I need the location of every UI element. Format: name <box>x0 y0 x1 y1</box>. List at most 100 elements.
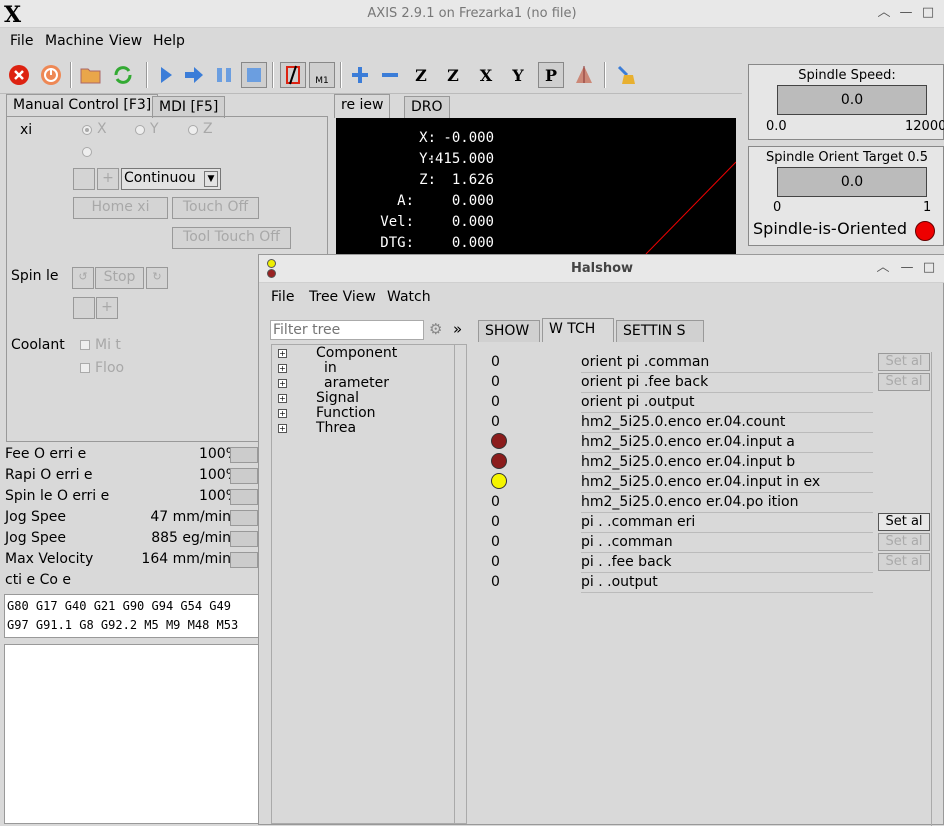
spindle-minus-button[interactable] <box>73 297 95 319</box>
jog-mode-select[interactable]: Continuou ▼ <box>121 168 221 190</box>
spindle-oriented-led <box>915 221 935 241</box>
dro-display: X: -0.000 Y: -415.000 Z: 1.626 A: 0.000 … <box>336 118 736 254</box>
override-value: 47 mm/min <box>150 509 231 525</box>
rapid-override-slider[interactable] <box>230 468 258 484</box>
jog-plus-button[interactable]: + <box>97 168 119 190</box>
set-value-button[interactable]: Set al <box>878 553 930 571</box>
axis-z-label: Z <box>203 121 213 137</box>
chevron-up-icon[interactable]: ︿ <box>876 5 892 21</box>
block-delete-icon[interactable] <box>280 62 306 88</box>
feed-override-slider[interactable] <box>230 447 258 463</box>
zoom-out-icon[interactable] <box>377 62 403 88</box>
set-value-button[interactable]: Set al <box>878 373 930 391</box>
halshow-menu-watch[interactable]: Watch <box>387 289 431 305</box>
stop-icon[interactable] <box>241 62 267 88</box>
tree-item-pin[interactable]: in <box>324 360 337 376</box>
watch-value: 0 <box>491 374 500 390</box>
watch-scrollbar[interactable] <box>931 352 944 826</box>
halshow-menu-tree-view[interactable]: Tree View <box>309 289 376 305</box>
override-label: Max Velocity <box>5 551 94 567</box>
view-x-icon[interactable]: X <box>473 62 499 88</box>
rotate-icon[interactable] <box>571 62 597 88</box>
axis-x-radio[interactable] <box>82 125 92 135</box>
halshow-menu-file[interactable]: File <box>271 289 294 305</box>
power-icon[interactable] <box>38 62 64 88</box>
maximize-icon[interactable]: □ <box>921 260 937 276</box>
pause-icon[interactable] <box>211 62 237 88</box>
maximize-icon[interactable]: □ <box>920 5 936 21</box>
spindle-orient-panel: Spindle Orient Target 0.5 0.0 0 1 Spindl… <box>748 146 944 246</box>
tab-dro[interactable]: DRO <box>404 96 450 118</box>
tab-watch[interactable]: W TCH <box>542 318 614 342</box>
tree-scrollbar[interactable] <box>454 345 467 823</box>
max-velocity-slider[interactable] <box>230 552 258 568</box>
reload-icon[interactable] <box>110 62 136 88</box>
view-y-icon[interactable]: Y <box>505 62 531 88</box>
tab-manual-control[interactable]: Manual Control [F3] <box>6 94 159 118</box>
tree-item-thread[interactable]: Threa <box>316 420 356 436</box>
watch-led-indicator <box>491 433 507 449</box>
spindle-ccw-icon[interactable]: ↺ <box>72 267 94 289</box>
axis-label: xi <box>20 122 33 138</box>
view-z2-icon[interactable]: Z <box>440 62 466 88</box>
tree-item-parameter[interactable]: arameter <box>324 375 389 391</box>
home-axis-button[interactable]: Home xi <box>73 197 168 219</box>
dro-axis-label: Vel: <box>380 214 414 230</box>
watch-name: orient pi .fee back <box>581 374 873 393</box>
axis-a-radio[interactable] <box>82 147 92 157</box>
touch-off-button[interactable]: Touch Off <box>172 197 259 219</box>
set-value-button[interactable]: Set al <box>878 513 930 531</box>
spindle-cw-icon[interactable]: ↻ <box>146 267 168 289</box>
axis-z-radio[interactable] <box>188 125 198 135</box>
jog-speed-slider[interactable] <box>230 510 258 526</box>
menu-file[interactable]: File <box>10 33 33 49</box>
axis-y-radio[interactable] <box>135 125 145 135</box>
gcode-text[interactable] <box>4 644 260 824</box>
tab-mdi[interactable]: MDI [F5] <box>152 96 226 118</box>
tab-preview[interactable]: re iew <box>334 94 391 118</box>
menu-view[interactable]: View <box>109 33 142 49</box>
filter-tree-input[interactable] <box>270 320 424 340</box>
watch-row: 0 orient pi .comman Set al <box>479 352 939 373</box>
mist-checkbox[interactable] <box>80 340 90 350</box>
gear-icon[interactable]: ⚙ <box>429 320 442 338</box>
flood-checkbox[interactable] <box>80 363 90 373</box>
more-button[interactable]: » <box>453 320 462 338</box>
view-p-icon[interactable]: P <box>538 62 564 88</box>
spindle-stop-button[interactable]: Stop <box>95 267 144 289</box>
tab-settings[interactable]: SETTIN S <box>616 320 704 342</box>
spindle-plus-button[interactable]: + <box>96 297 118 319</box>
open-icon[interactable] <box>78 62 104 88</box>
set-value-button[interactable]: Set al <box>878 353 930 371</box>
tree-item-signal[interactable]: Signal <box>316 390 359 406</box>
run-icon[interactable] <box>153 62 179 88</box>
view-z-icon[interactable]: Z <box>408 62 434 88</box>
watch-value: 0 <box>491 534 500 550</box>
step-icon[interactable] <box>181 62 207 88</box>
angular-jog-speed-slider[interactable] <box>230 531 258 547</box>
minimize-icon[interactable]: — <box>898 5 914 21</box>
watch-value: 0 <box>491 354 500 370</box>
spindle-override-slider[interactable] <box>230 489 258 505</box>
menu-help[interactable]: Help <box>153 33 185 49</box>
menu-machine[interactable]: Machine <box>45 33 104 49</box>
tool-touch-off-button[interactable]: Tool Touch Off <box>172 227 291 249</box>
jog-minus-button[interactable] <box>73 168 95 190</box>
tree-item-function[interactable]: Function <box>316 405 376 421</box>
halshow-window: Halshow ︿ — □ File Tree View Watch ⚙ » +… <box>258 254 944 826</box>
watch-name: hm2_5i25.0.enco er.04.input a <box>581 434 873 453</box>
watch-name: hm2_5i25.0.enco er.04.input in ex <box>581 474 873 493</box>
chevron-down-icon: ▼ <box>204 171 218 187</box>
minimize-icon[interactable]: — <box>899 260 915 276</box>
optional-stop-icon[interactable]: M1 <box>309 62 335 88</box>
watch-row: hm2_5i25.0.enco er.04.input in ex <box>479 472 939 493</box>
tree-item-component[interactable]: Component <box>316 345 397 361</box>
clear-icon[interactable] <box>613 62 639 88</box>
zoom-in-icon[interactable] <box>347 62 373 88</box>
estop-icon[interactable] <box>6 62 32 88</box>
active-codes-line: G80 G17 G40 G21 G90 G94 G54 G49 <box>7 599 231 613</box>
override-row: Jog Spee 885 eg/min <box>5 530 231 550</box>
tab-show[interactable]: SHOW <box>478 320 540 342</box>
chevron-up-icon[interactable]: ︿ <box>875 260 891 276</box>
set-value-button[interactable]: Set al <box>878 533 930 551</box>
